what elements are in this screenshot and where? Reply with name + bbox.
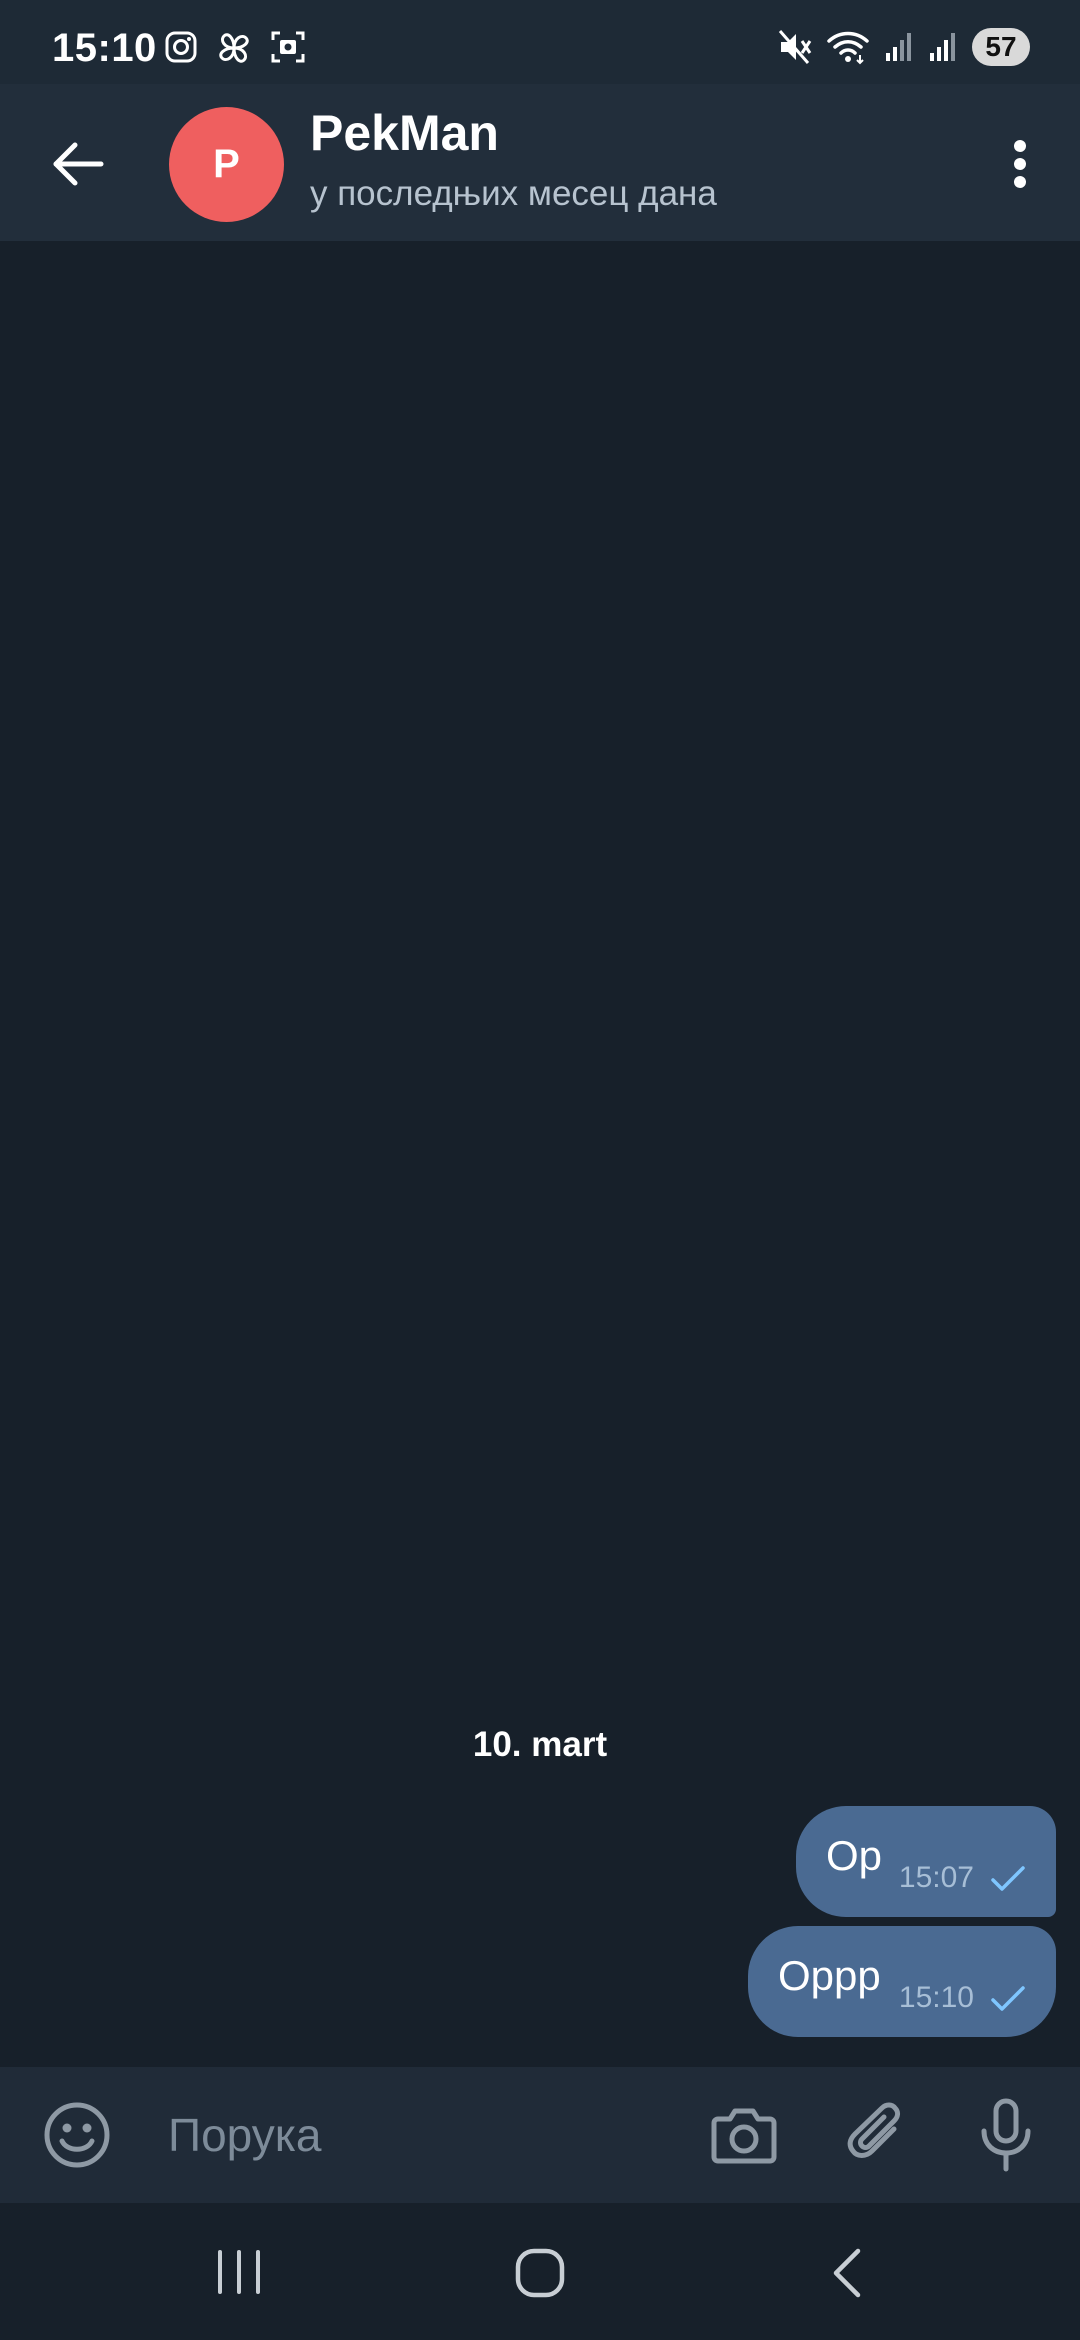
check-icon xyxy=(990,1864,1026,1894)
home-button[interactable] xyxy=(514,2247,566,2299)
status-time: 15:10 xyxy=(52,26,157,70)
status-bar: 15:10 57 xyxy=(0,0,1080,84)
contact-last-seen: у последњих месец дана xyxy=(310,174,717,213)
camera-icon xyxy=(711,2108,777,2164)
message-bubble[interactable]: Op 15:07 xyxy=(796,1806,1056,1917)
message-text: Op xyxy=(826,1832,883,1879)
microphone-icon xyxy=(981,2098,1031,2172)
attach-button[interactable] xyxy=(842,2099,914,2171)
recents-button[interactable] xyxy=(212,2248,266,2296)
mute-icon xyxy=(778,29,812,65)
voice-record-button[interactable] xyxy=(970,2097,1042,2173)
signal-icon xyxy=(884,31,914,63)
system-navigation-bar xyxy=(0,2203,1080,2340)
back-button[interactable] xyxy=(38,124,118,204)
more-options-button[interactable] xyxy=(988,124,1052,204)
camera-button[interactable] xyxy=(708,2099,780,2171)
message-text: Oppp xyxy=(778,1952,881,1999)
arrow-left-icon xyxy=(53,142,104,186)
status-notification-icons xyxy=(164,30,306,66)
system-back-button[interactable] xyxy=(826,2247,866,2299)
message-input[interactable] xyxy=(168,2101,688,2169)
message-bubble[interactable]: Oppp 15:10 xyxy=(748,1926,1056,2037)
avatar[interactable]: P xyxy=(169,107,284,222)
chat-screen: 15:10 57 P PekMan у последњих месец дана… xyxy=(0,0,1080,2340)
contact-name[interactable]: PekMan xyxy=(310,104,499,162)
check-icon xyxy=(990,1984,1026,2014)
nav-back-icon xyxy=(833,2248,861,2298)
signal-icon xyxy=(928,31,958,63)
recents-icon xyxy=(218,2250,260,2294)
emoji-button[interactable] xyxy=(42,2100,112,2170)
paperclip-icon xyxy=(847,2102,900,2158)
message-time: 15:07 xyxy=(898,1861,974,1894)
screenshot-icon xyxy=(270,30,306,66)
home-icon xyxy=(515,2248,565,2298)
wifi-icon xyxy=(826,29,870,65)
chat-header: P PekMan у последњих месец дана xyxy=(0,84,1080,241)
instagram-icon xyxy=(164,30,198,66)
message-time: 15:10 xyxy=(898,1981,974,2014)
more-vertical-icon xyxy=(1014,140,1026,188)
battery-indicator: 57 xyxy=(972,28,1030,66)
message-input-bar xyxy=(0,2067,1080,2203)
smiley-icon xyxy=(44,2102,110,2168)
status-system-icons: 57 xyxy=(778,28,1030,66)
pinwheel-icon xyxy=(216,30,252,66)
date-separator: 10. mart xyxy=(472,1725,608,1764)
